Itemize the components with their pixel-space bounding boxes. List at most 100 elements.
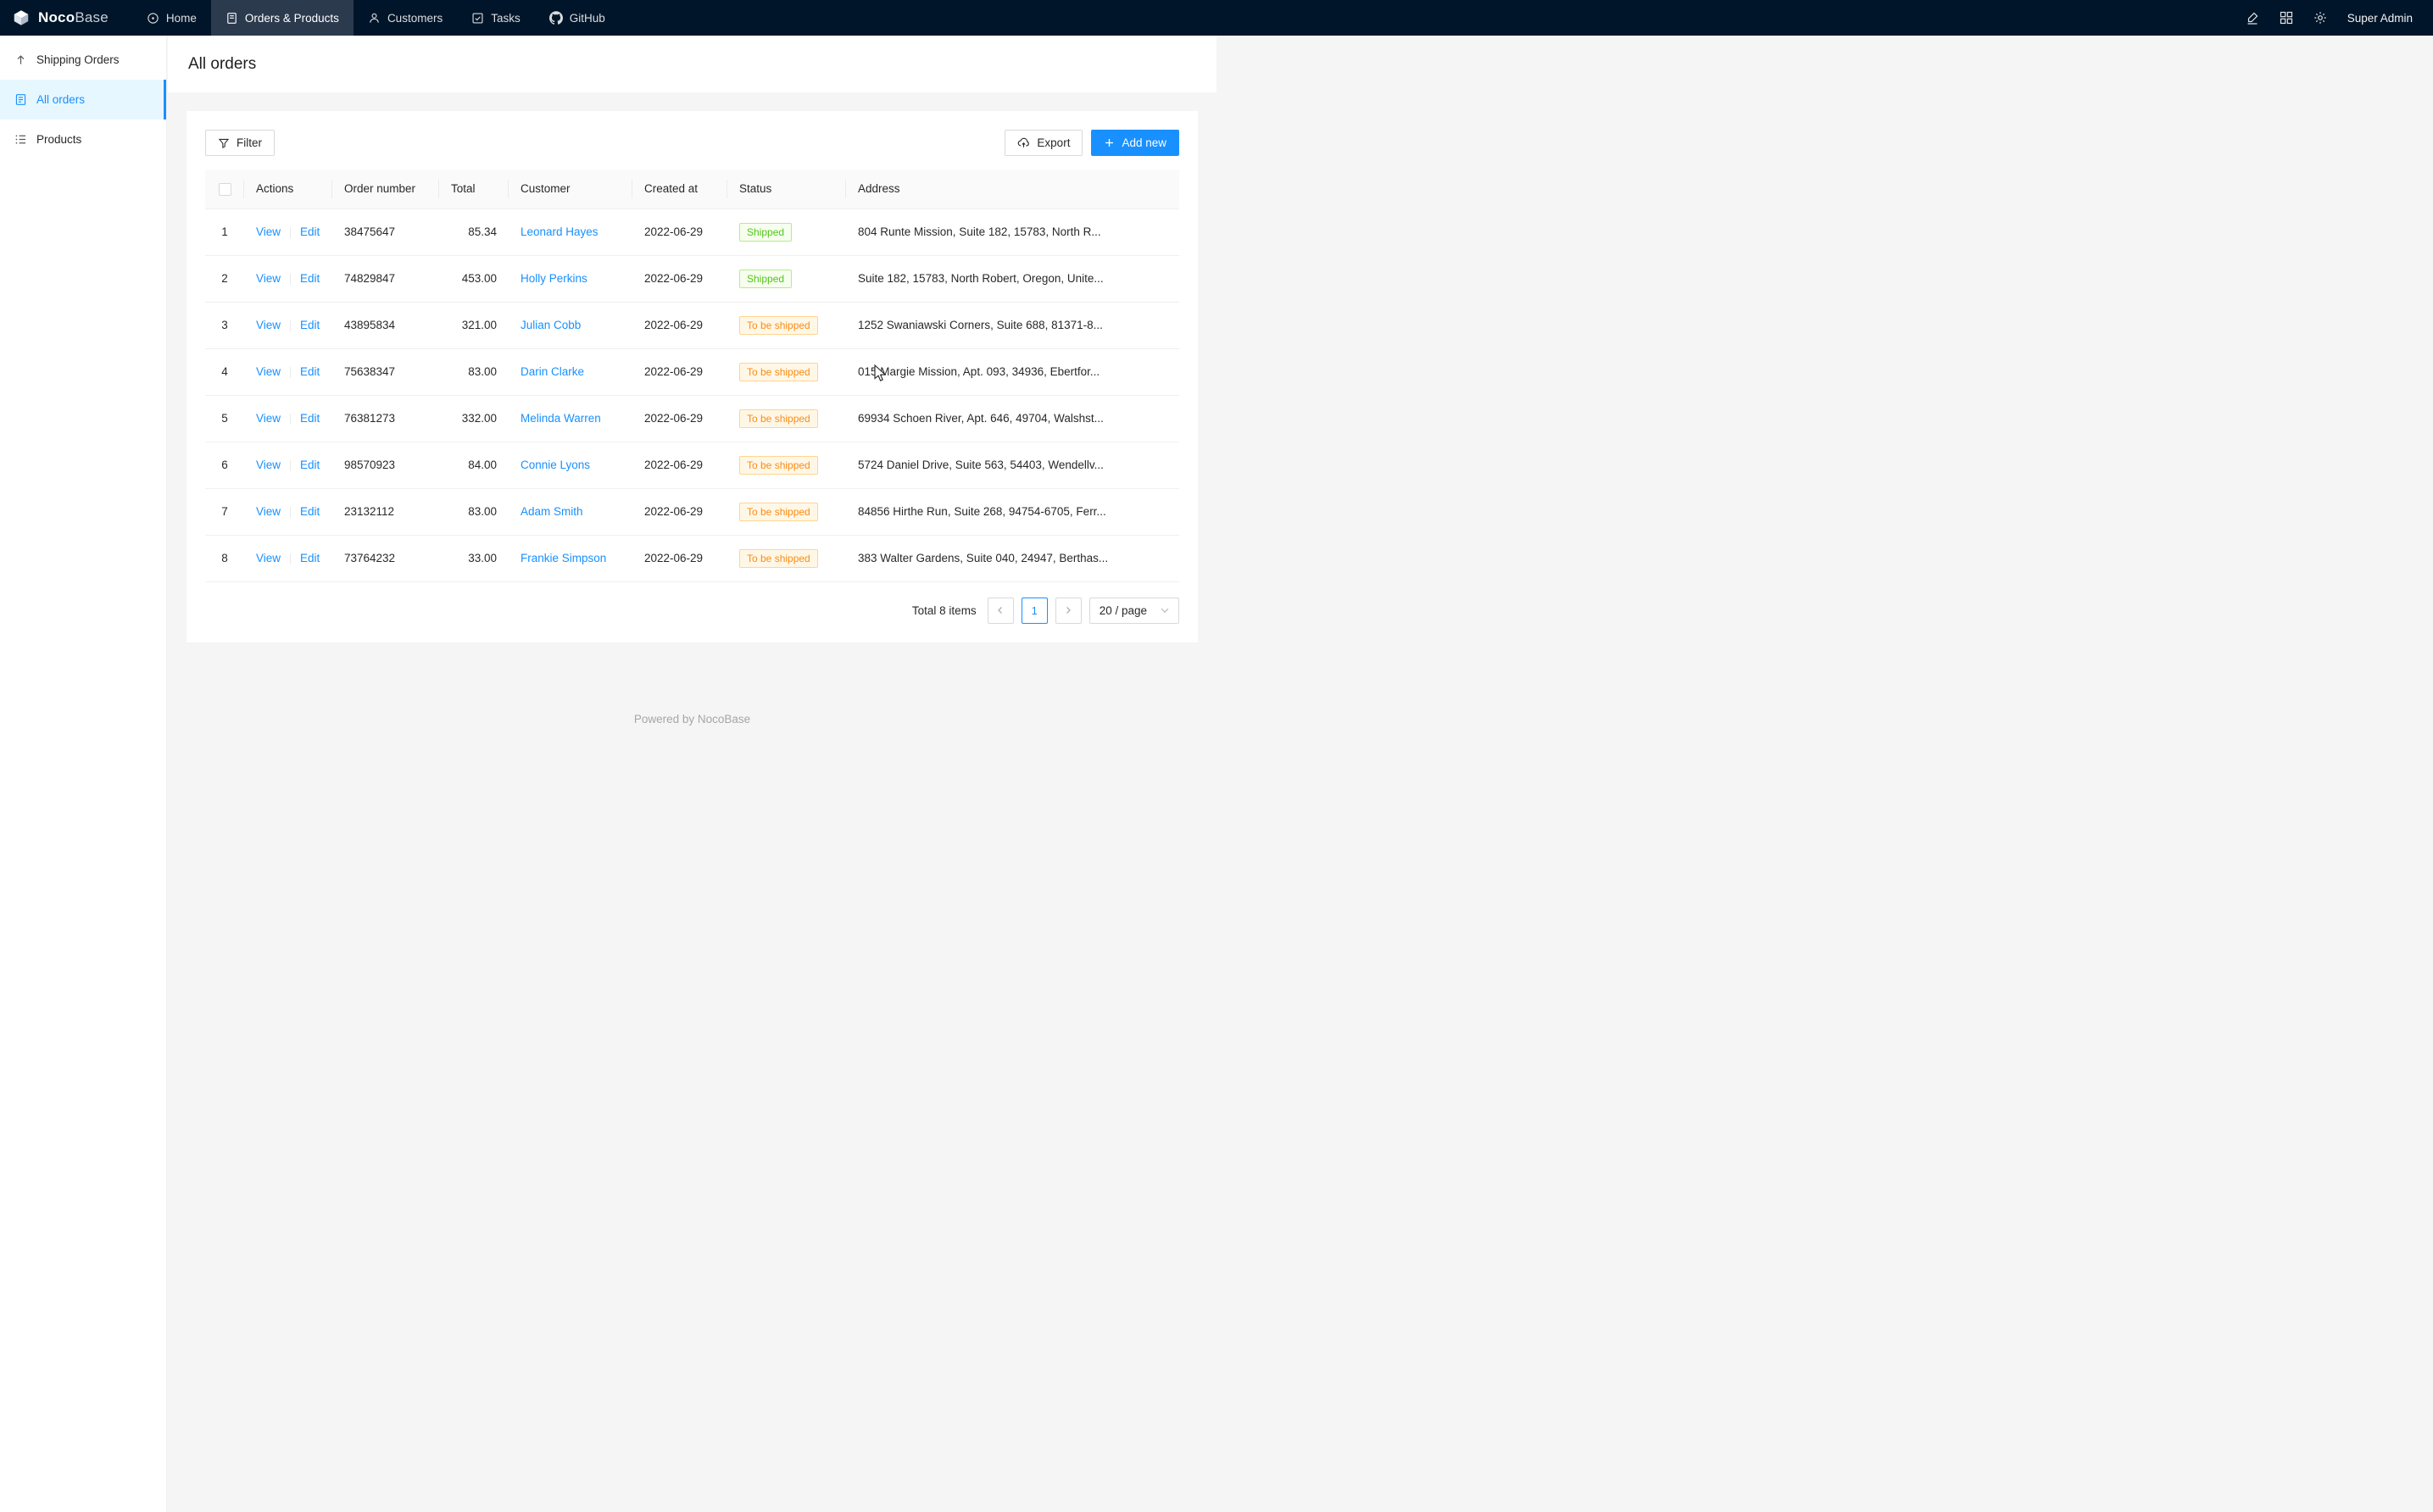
actions-cell: View Edit — [244, 535, 332, 581]
order-number-cell: 76381273 — [332, 395, 439, 442]
plugins-grid-icon[interactable] — [2280, 11, 2293, 25]
row-index: 1 — [205, 208, 244, 255]
view-link[interactable]: View — [256, 319, 281, 331]
sidebar-item-shipping-orders[interactable]: Shipping Orders — [0, 40, 166, 80]
pagination: Total 8 items 1 20 / page — [205, 598, 1179, 624]
action-divider — [290, 414, 291, 425]
created-at-cell: 2022-06-29 — [632, 535, 727, 581]
select-all-checkbox[interactable] — [219, 183, 231, 196]
customer-link[interactable]: Darin Clarke — [521, 365, 584, 378]
view-link[interactable]: View — [256, 272, 281, 285]
edit-link[interactable]: Edit — [300, 505, 320, 518]
actions-cell: View Edit — [244, 208, 332, 255]
total-cell: 84.00 — [439, 442, 509, 488]
address-cell: 84856 Hirthe Run, Suite 268, 94754-6705,… — [846, 488, 1179, 535]
view-link[interactable]: View — [256, 552, 281, 564]
sidebar-item-label: Products — [36, 133, 81, 146]
sidebar-item-label: All orders — [36, 93, 85, 106]
filter-button[interactable]: Filter — [205, 130, 275, 156]
ui-editor-icon[interactable] — [2246, 11, 2259, 25]
total-cell: 321.00 — [439, 302, 509, 348]
created-at-cell: 2022-06-29 — [632, 442, 727, 488]
prev-page-button[interactable] — [988, 598, 1014, 624]
view-link[interactable]: View — [256, 505, 281, 518]
edit-link[interactable]: Edit — [300, 225, 320, 238]
add-new-button-label: Add new — [1122, 136, 1166, 149]
next-page-button[interactable] — [1055, 598, 1082, 624]
page-size-select[interactable]: 20 / page — [1089, 598, 1179, 624]
edit-link[interactable]: Edit — [300, 365, 320, 378]
nav-item-orders-products[interactable]: Orders & Products — [211, 0, 354, 36]
nav-item-customers[interactable]: Customers — [354, 0, 457, 36]
settings-gear-icon[interactable] — [2313, 11, 2327, 25]
action-divider — [290, 320, 291, 331]
user-menu[interactable]: Super Admin — [2347, 12, 2413, 25]
address-cell: 015 Margie Mission, Apt. 093, 34936, Ebe… — [846, 348, 1179, 395]
table-row: 7 ViewEdit 23132112 83.00 Adam Smith 202… — [205, 488, 1179, 535]
created-at-cell: 2022-06-29 — [632, 348, 727, 395]
main-menu: Home Orders & Products Customers Tasks G… — [132, 0, 620, 36]
table-row: 5 View Edit 76381273 332.00 Melinda Warre… — [205, 395, 1179, 442]
row-index: 6 — [205, 442, 244, 488]
nav-item-label: Customers — [387, 12, 443, 25]
col-status: Status — [727, 170, 846, 208]
content-area: Filter Export Add new — [168, 92, 1216, 756]
total-cell: 33.00 — [439, 535, 509, 581]
page-size-value: 20 / page — [1100, 604, 1147, 617]
nav-item-label: Home — [166, 12, 197, 25]
actions-cell: View Edit — [244, 488, 332, 535]
col-created-at: Created at — [632, 170, 727, 208]
home-icon — [147, 12, 159, 25]
row-index: 3 — [205, 302, 244, 348]
brand-logo[interactable]: NocoBase — [0, 0, 132, 36]
row-index: 8 — [205, 535, 244, 581]
customer-link[interactable]: Holly Perkins — [521, 272, 587, 285]
edit-link[interactable]: Edit — [300, 272, 320, 285]
address-cell: 383 Walter Gardens, Suite 040, 24947, Be… — [846, 535, 1179, 581]
sidebar-item-products[interactable]: Products — [0, 120, 166, 159]
created-at-cell: 2022-06-29 — [632, 302, 727, 348]
order-number-cell: 75638347 — [332, 348, 439, 395]
created-at-cell: 2022-06-29 — [632, 395, 727, 442]
pagination-total: Total 8 items — [912, 604, 977, 617]
status-cell: To be shipped — [727, 488, 846, 535]
status-cell: To be shipped — [727, 302, 846, 348]
status-cell: Shipped — [727, 208, 846, 255]
nav-item-tasks[interactable]: Tasks — [457, 0, 535, 36]
edit-link[interactable]: Edit — [300, 552, 320, 564]
edit-link[interactable]: Edit — [300, 319, 320, 331]
nav-item-home[interactable]: Home — [132, 0, 211, 36]
customer-link[interactable]: Connie Lyons — [521, 459, 590, 471]
created-at-cell: 2022-06-29 — [632, 488, 727, 535]
page-1-button[interactable]: 1 — [1022, 598, 1048, 624]
sidebar: Shipping Orders All orders Products — [0, 36, 167, 1512]
status-badge: To be shipped — [739, 549, 818, 568]
export-button[interactable]: Export — [1005, 130, 1083, 156]
action-divider — [290, 227, 291, 238]
customer-link[interactable]: Frankie Simpson — [521, 552, 606, 564]
view-link[interactable]: View — [256, 459, 281, 471]
col-total: Total — [439, 170, 509, 208]
customer-link[interactable]: Melinda Warren — [521, 412, 601, 425]
view-link[interactable]: View — [256, 412, 281, 425]
status-badge: Shipped — [739, 270, 792, 288]
status-cell: To be shipped — [727, 442, 846, 488]
action-divider — [290, 274, 291, 285]
main-area: All orders Filter Export Add new — [168, 0, 1216, 756]
customer-link[interactable]: Adam Smith — [521, 505, 583, 518]
orders-form-icon — [14, 93, 27, 106]
customer-link[interactable]: Leonard Hayes — [521, 225, 599, 238]
total-cell: 332.00 — [439, 395, 509, 442]
action-divider — [290, 553, 291, 564]
customer-link[interactable]: Julian Cobb — [521, 319, 581, 331]
add-new-button[interactable]: Add new — [1091, 130, 1179, 156]
sidebar-item-label: Shipping Orders — [36, 53, 120, 66]
view-link[interactable]: View — [256, 225, 281, 238]
nav-item-github[interactable]: GitHub — [535, 0, 620, 36]
edit-link[interactable]: Edit — [300, 459, 320, 471]
row-index: 5 — [205, 395, 244, 442]
export-button-label: Export — [1037, 136, 1070, 149]
edit-link[interactable]: Edit — [300, 412, 320, 425]
view-link[interactable]: View — [256, 365, 281, 378]
sidebar-item-all-orders[interactable]: All orders — [0, 80, 166, 120]
